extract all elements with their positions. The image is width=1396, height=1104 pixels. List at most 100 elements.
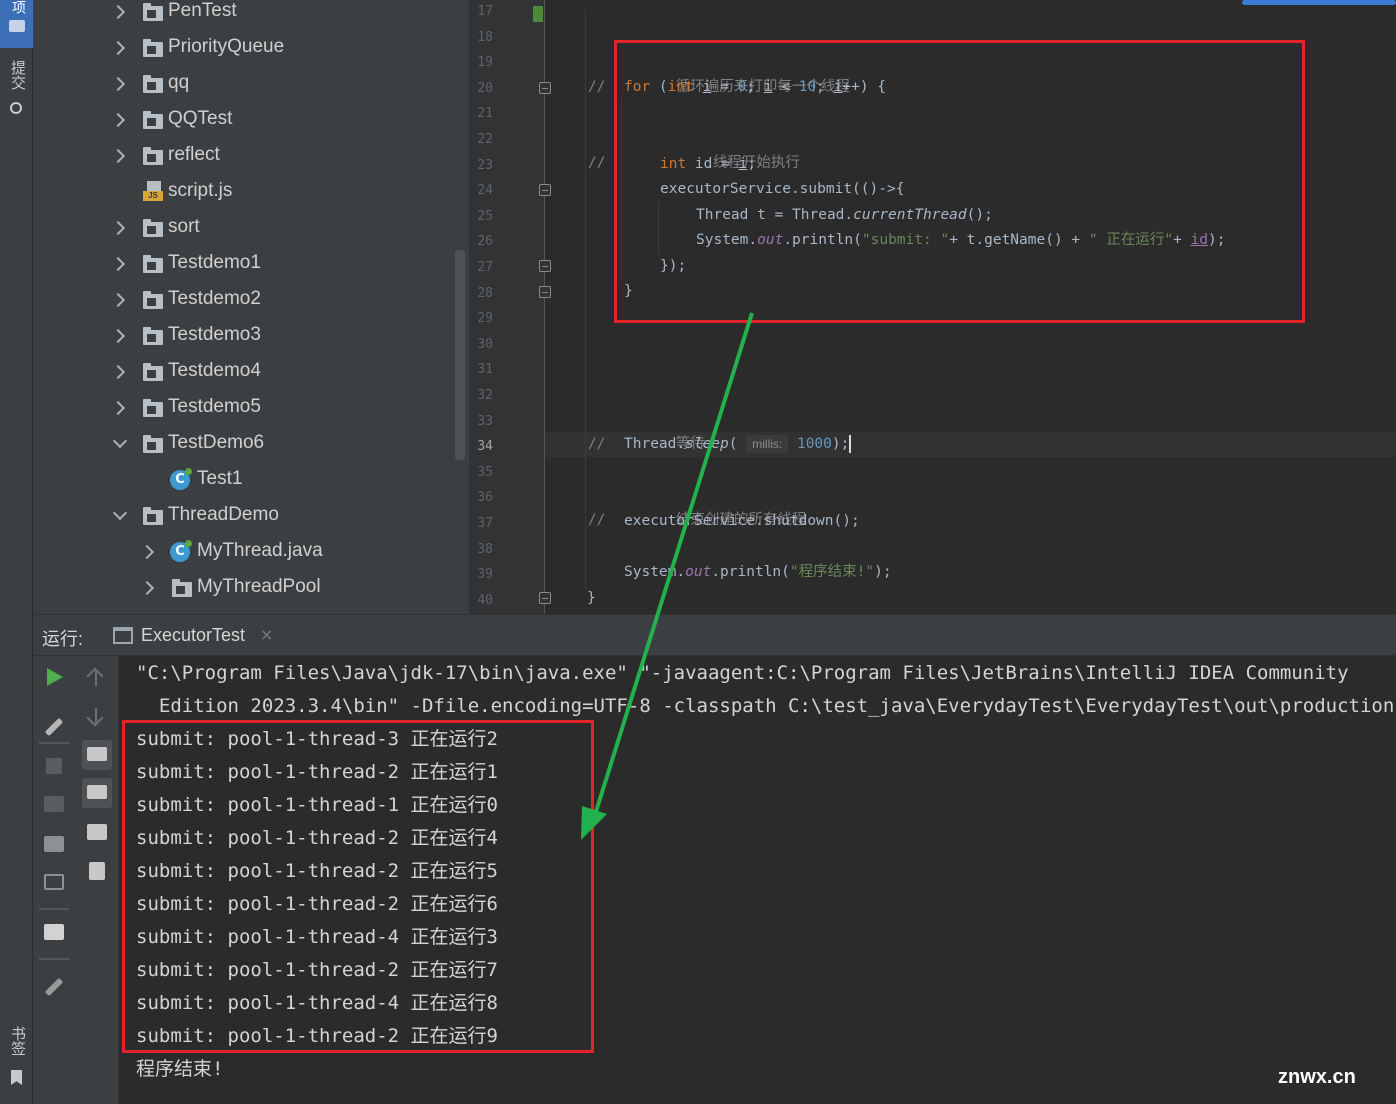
layout-button[interactable] — [44, 924, 70, 950]
editor-tab-indicator — [1242, 0, 1396, 5]
java-class-icon: C — [170, 468, 192, 490]
chevron-right-icon[interactable] — [110, 112, 126, 128]
tree-item[interactable]: PriorityQueue — [33, 30, 453, 66]
settings-button[interactable] — [44, 714, 70, 740]
folder-icon — [143, 147, 163, 165]
tree-item-label: PriorityQueue — [168, 36, 285, 57]
output-highlight-box — [122, 720, 594, 1053]
chevron-right-icon[interactable] — [110, 40, 126, 56]
run-tab-executortest[interactable]: ExecutorTest × — [113, 615, 293, 657]
tree-item[interactable]: reflect — [33, 138, 453, 174]
tree-item[interactable]: sort — [33, 210, 453, 246]
tree-item[interactable]: JS script.js — [33, 174, 453, 210]
code-line-37: executorService.shutdown(); — [624, 509, 860, 534]
print-button[interactable] — [87, 824, 113, 850]
clear-all-button[interactable] — [89, 862, 115, 888]
chevron-down-icon[interactable] — [112, 433, 128, 449]
comment-marker: // — [587, 155, 606, 171]
fold-icon[interactable] — [539, 82, 551, 94]
project-tool-tab[interactable]: 项 — [0, 0, 33, 48]
fold-icon[interactable] — [539, 592, 551, 604]
stop-button[interactable] — [46, 758, 72, 784]
comment-marker: // — [587, 436, 606, 452]
static-field: out — [685, 564, 712, 580]
rerun-button[interactable] — [47, 668, 73, 694]
bookmarks-tool-tab-label: 书签 — [9, 1026, 27, 1056]
tree-item[interactable]: PenTest — [33, 0, 453, 30]
scroll-up-button[interactable] — [95, 670, 121, 696]
chevron-right-icon[interactable] — [139, 580, 155, 596]
soft-wrap-button[interactable] — [82, 740, 112, 770]
folder-icon — [143, 399, 163, 417]
scroll-to-end-button[interactable] — [82, 778, 112, 808]
exit-icon — [44, 874, 64, 890]
tree-item[interactable]: MyThreadPool — [33, 570, 453, 606]
js-file-icon: JS — [143, 181, 163, 201]
tree-item[interactable]: Testdemo1 — [33, 246, 453, 282]
folder-icon — [143, 291, 163, 309]
folder-icon — [143, 39, 163, 57]
close-icon[interactable]: × — [260, 625, 273, 644]
tree-item[interactable]: Testdemo5 — [33, 390, 453, 426]
folder-icon — [143, 327, 163, 345]
run-toolbar-primary — [33, 656, 75, 1104]
watermark: znwx.cn — [1278, 1066, 1356, 1088]
chevron-right-icon[interactable] — [110, 76, 126, 92]
tree-item[interactable]: C Test1 — [33, 462, 453, 498]
chevron-right-icon[interactable] — [110, 328, 126, 344]
chevron-down-icon[interactable] — [112, 505, 128, 521]
screenshot-button[interactable] — [44, 836, 70, 862]
folder-icon — [143, 435, 163, 453]
tree-item[interactable]: C MyThread.java — [33, 534, 453, 570]
bug-icon — [44, 796, 64, 812]
tree-item-label: MyThreadPool — [197, 576, 321, 597]
code-highlight-box — [614, 40, 1305, 323]
tree-item[interactable]: Testdemo2 — [33, 282, 453, 318]
tree-item-label: TestDemo6 — [168, 432, 265, 453]
toolbar-separator — [39, 742, 69, 744]
chevron-right-icon[interactable] — [110, 364, 126, 380]
chevron-right-icon[interactable] — [110, 256, 126, 272]
tree-item[interactable]: TestDemo6 — [33, 426, 453, 462]
tree-item-label: qq — [168, 72, 190, 93]
chevron-right-icon[interactable] — [110, 220, 126, 236]
toolbar-separator — [39, 908, 69, 910]
chevron-right-icon[interactable] — [110, 4, 126, 20]
chevron-right-icon[interactable] — [110, 400, 126, 416]
chevron-right-icon[interactable] — [110, 148, 126, 164]
arrow-up-icon — [95, 670, 97, 686]
comment-marker: // — [587, 79, 606, 95]
exit-button[interactable] — [44, 874, 70, 900]
line-number: 29 — [477, 311, 493, 327]
fold-icon[interactable] — [539, 286, 551, 298]
fold-icon[interactable] — [539, 260, 551, 272]
tree-item-label: MyThread.java — [197, 540, 323, 561]
fold-icon[interactable] — [539, 184, 551, 196]
line-number: 34 — [477, 439, 493, 455]
folder-icon — [143, 219, 163, 237]
tree-item-label: QQTest — [168, 108, 233, 129]
line-number: 22 — [477, 132, 493, 147]
pin-button[interactable] — [44, 974, 70, 1000]
line-number: 26 — [477, 234, 493, 250]
bookmarks-tool-tab[interactable]: 书签 — [6, 1026, 28, 1092]
project-tree-scrollbar[interactable] — [455, 250, 465, 460]
tree-item[interactable]: Testdemo4 — [33, 354, 453, 390]
line-number: 27 — [477, 260, 493, 275]
debug-button[interactable] — [44, 796, 70, 822]
commit-tool-tab[interactable]: 提交 — [6, 60, 28, 120]
tree-item[interactable]: Testdemo3 — [33, 318, 453, 354]
wrench-icon — [44, 717, 64, 737]
chevron-right-icon[interactable] — [110, 292, 126, 308]
tree-item[interactable]: qq — [33, 66, 453, 102]
comment-marker: // — [587, 512, 606, 528]
code-line-34: Thread.sleep( millis: 1000); — [624, 432, 852, 457]
chevron-right-icon[interactable] — [139, 544, 155, 560]
code-token: ( — [728, 436, 747, 452]
scroll-down-button[interactable] — [95, 708, 121, 734]
line-number: 19 — [477, 55, 493, 71]
tree-item[interactable]: ThreadDemo — [33, 498, 453, 534]
current-line-highlight — [469, 432, 1396, 457]
tree-item[interactable]: QQTest — [33, 102, 453, 138]
commit-icon — [10, 102, 22, 114]
